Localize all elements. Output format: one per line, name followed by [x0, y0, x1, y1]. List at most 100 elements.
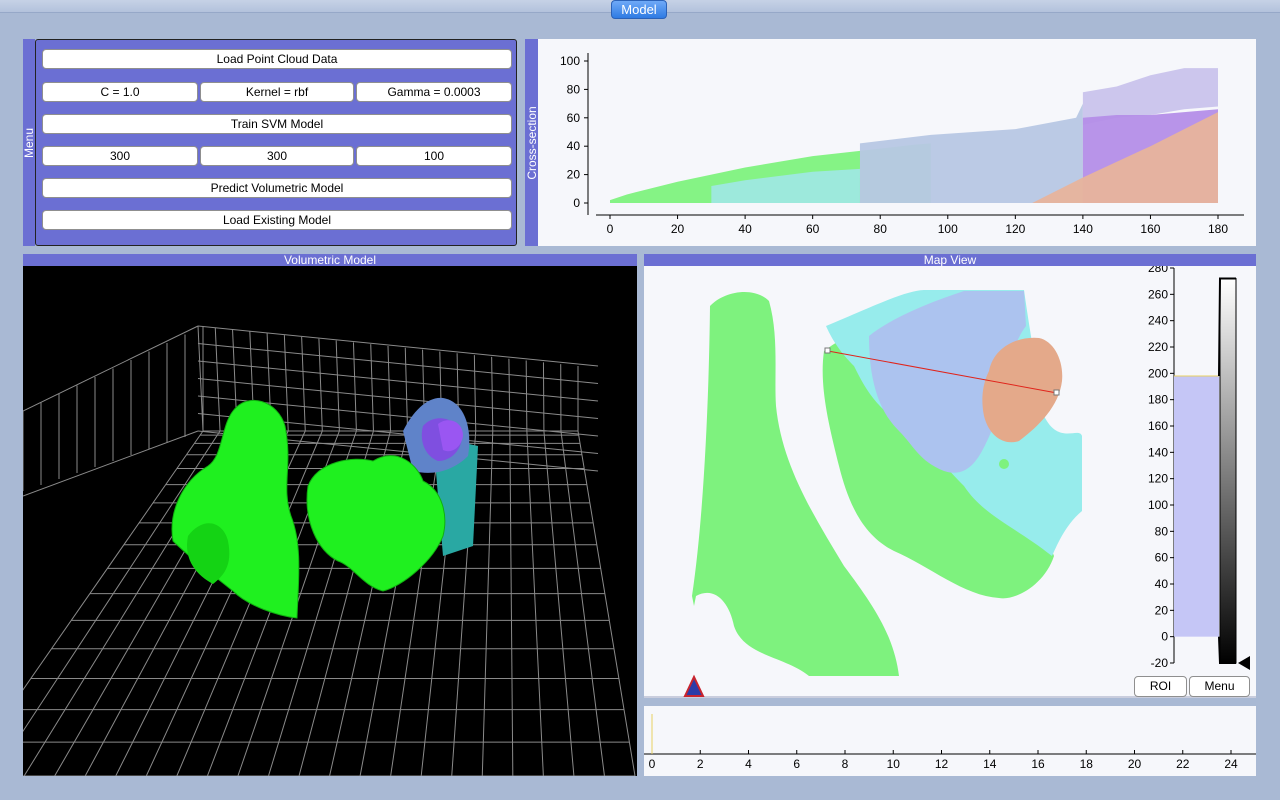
model-tab[interactable]: Model: [611, 0, 667, 19]
colorbar: 280260240220200180160140120100806040200-…: [1148, 266, 1250, 670]
map-region-green-dot: [999, 459, 1009, 469]
timeline-tick-label: 6: [793, 757, 800, 771]
xs-x-tick-label: 180: [1208, 222, 1228, 236]
grid-line: [335, 340, 340, 432]
volume-body-right: [306, 455, 446, 592]
colorbar-tick-label: 0: [1161, 630, 1168, 644]
menu-side-tab[interactable]: Menu: [22, 39, 36, 246]
volumetric-3d-view[interactable]: [23, 266, 637, 776]
colorbar-tick-label: 180: [1148, 393, 1168, 407]
menu-side-tab-label: Menu: [22, 127, 36, 158]
grid-line: [508, 358, 511, 432]
map-view-header: Map View: [644, 254, 1256, 266]
xs-x-tick-label: 20: [671, 222, 685, 236]
gamma-button[interactable]: Gamma = 0.0003: [356, 82, 512, 102]
grid-line: [577, 430, 636, 776]
load-existing-model-button[interactable]: Load Existing Model: [42, 210, 512, 230]
timeline-tick-label: 10: [887, 757, 901, 771]
grid-line: [404, 347, 409, 432]
xs-y-tick-label: 0: [573, 196, 580, 210]
xs-x-tick-label: 100: [938, 222, 958, 236]
map-view-title: Map View: [923, 253, 977, 267]
map-view-canvas: 280260240220200180160140120100806040200-…: [644, 266, 1256, 698]
map-view[interactable]: 280 260 240 220 200 180 160 140 120 100 80 60 40 20 0-…: [644, 266, 1256, 698]
grid-line: [23, 430, 199, 497]
predict-volumetric-button[interactable]: Predict Volumetric Model: [42, 178, 512, 198]
grid-line: [197, 343, 599, 384]
xs-y-tick-label: 80: [567, 82, 581, 96]
volumetric-render: [23, 325, 636, 776]
timeline-tick-label: 12: [935, 757, 949, 771]
grid-line: [197, 325, 599, 367]
timeline-tick-label: 16: [1031, 757, 1045, 771]
grid-x-field[interactable]: 300: [42, 146, 198, 166]
xs-x-tick-label: 140: [1073, 222, 1093, 236]
colorbar-gradient: [1219, 278, 1237, 664]
colorbar-tick-label: 120: [1148, 472, 1168, 486]
cross-section-side-tab[interactable]: Cross-section: [524, 39, 539, 246]
xs-x-tick-label: 80: [874, 222, 888, 236]
grid-line: [525, 360, 528, 432]
cross-section-chart: 0 20 40 60 80 100 120 140 160 180 0 20 40 60 80 100: [560, 53, 1244, 236]
timeline-tick-label: 20: [1128, 757, 1142, 771]
grid-y-field[interactable]: 300: [200, 146, 354, 166]
position-marker-icon[interactable]: [683, 674, 705, 697]
c-param-button[interactable]: C = 1.0: [42, 82, 198, 102]
grid-line: [23, 325, 199, 412]
colorbar-tick-label: 160: [1148, 419, 1168, 433]
colorbar-tick-label: 260: [1148, 287, 1168, 301]
timeline-tick-label: 0: [649, 757, 656, 771]
grid-line: [543, 430, 575, 776]
xs-x-tick-label: 0: [607, 222, 614, 236]
timeline-chart: 0 2 4 6 8 10 12 14 16 18 20 22 24: [644, 714, 1256, 771]
colorbar-tick-label: 60: [1155, 551, 1169, 565]
colorbar-tick-label: 80: [1155, 524, 1169, 538]
section-line-start-handle[interactable]: [824, 347, 831, 354]
timeline-tick-label: 18: [1080, 757, 1094, 771]
grid-line: [481, 430, 494, 776]
xs-y-tick-label: 60: [567, 111, 581, 125]
timeline-tick-label: 24: [1224, 757, 1238, 771]
colorbar-handle-icon[interactable]: [1238, 656, 1250, 670]
grid-line: [387, 345, 391, 432]
grid-line: [509, 430, 514, 776]
kernel-button[interactable]: Kernel = rbf: [200, 82, 354, 102]
colorbar-tick-label: 140: [1148, 445, 1168, 459]
section-line-end-handle[interactable]: [1053, 389, 1060, 396]
train-svm-button[interactable]: Train SVM Model: [42, 114, 512, 134]
colorbar-tick-label: 20: [1155, 603, 1169, 617]
timeline-tick-label: 14: [983, 757, 997, 771]
xs-x-tick-label: 120: [1005, 222, 1025, 236]
grid-line: [318, 338, 323, 432]
xs-layer-2: [859, 103, 1083, 203]
roi-button[interactable]: ROI: [1134, 676, 1187, 697]
grid-line: [370, 344, 374, 432]
xs-y-tick-label: 20: [567, 168, 581, 182]
grid-line: [526, 430, 544, 776]
grid-line: [473, 355, 477, 432]
cross-section-chart-panel: 0 20 40 60 80 100 120 140 160 180 0 20 40 60 80 100: [538, 39, 1256, 246]
xs-x-tick-label: 160: [1140, 222, 1160, 236]
volumetric-header: Volumetric Model: [23, 254, 637, 266]
timeline-tick-label: 4: [745, 757, 752, 771]
grid-line: [560, 430, 605, 776]
timeline-tick-label: 8: [842, 757, 849, 771]
colorbar-tick-label: 40: [1155, 577, 1169, 591]
colorbar-tick-label: 200: [1148, 366, 1168, 380]
colorbar-tick-label: 100: [1148, 498, 1168, 512]
colorbar-tick-label: 220: [1148, 340, 1168, 354]
grid-line: [491, 356, 494, 432]
load-point-cloud-button[interactable]: Load Point Cloud Data: [42, 49, 512, 69]
grid-line: [352, 342, 357, 432]
colorbar-tick-label: 280: [1148, 266, 1168, 275]
colorbar-tick-label: -20: [1151, 656, 1169, 670]
grid-line: [197, 360, 599, 402]
xs-x-tick-label: 60: [806, 222, 820, 236]
grid-line: [283, 335, 289, 432]
timeline-tick-label: 22: [1176, 757, 1190, 771]
map-menu-button[interactable]: Menu: [1189, 676, 1250, 697]
xs-y-tick-label: 40: [567, 139, 581, 153]
cross-section-side-tab-label: Cross-section: [524, 105, 539, 180]
timeline-panel[interactable]: 0 2 4 6 8 10 12 14 16 18 20 22 24: [644, 706, 1256, 776]
grid-z-field[interactable]: 100: [356, 146, 512, 166]
